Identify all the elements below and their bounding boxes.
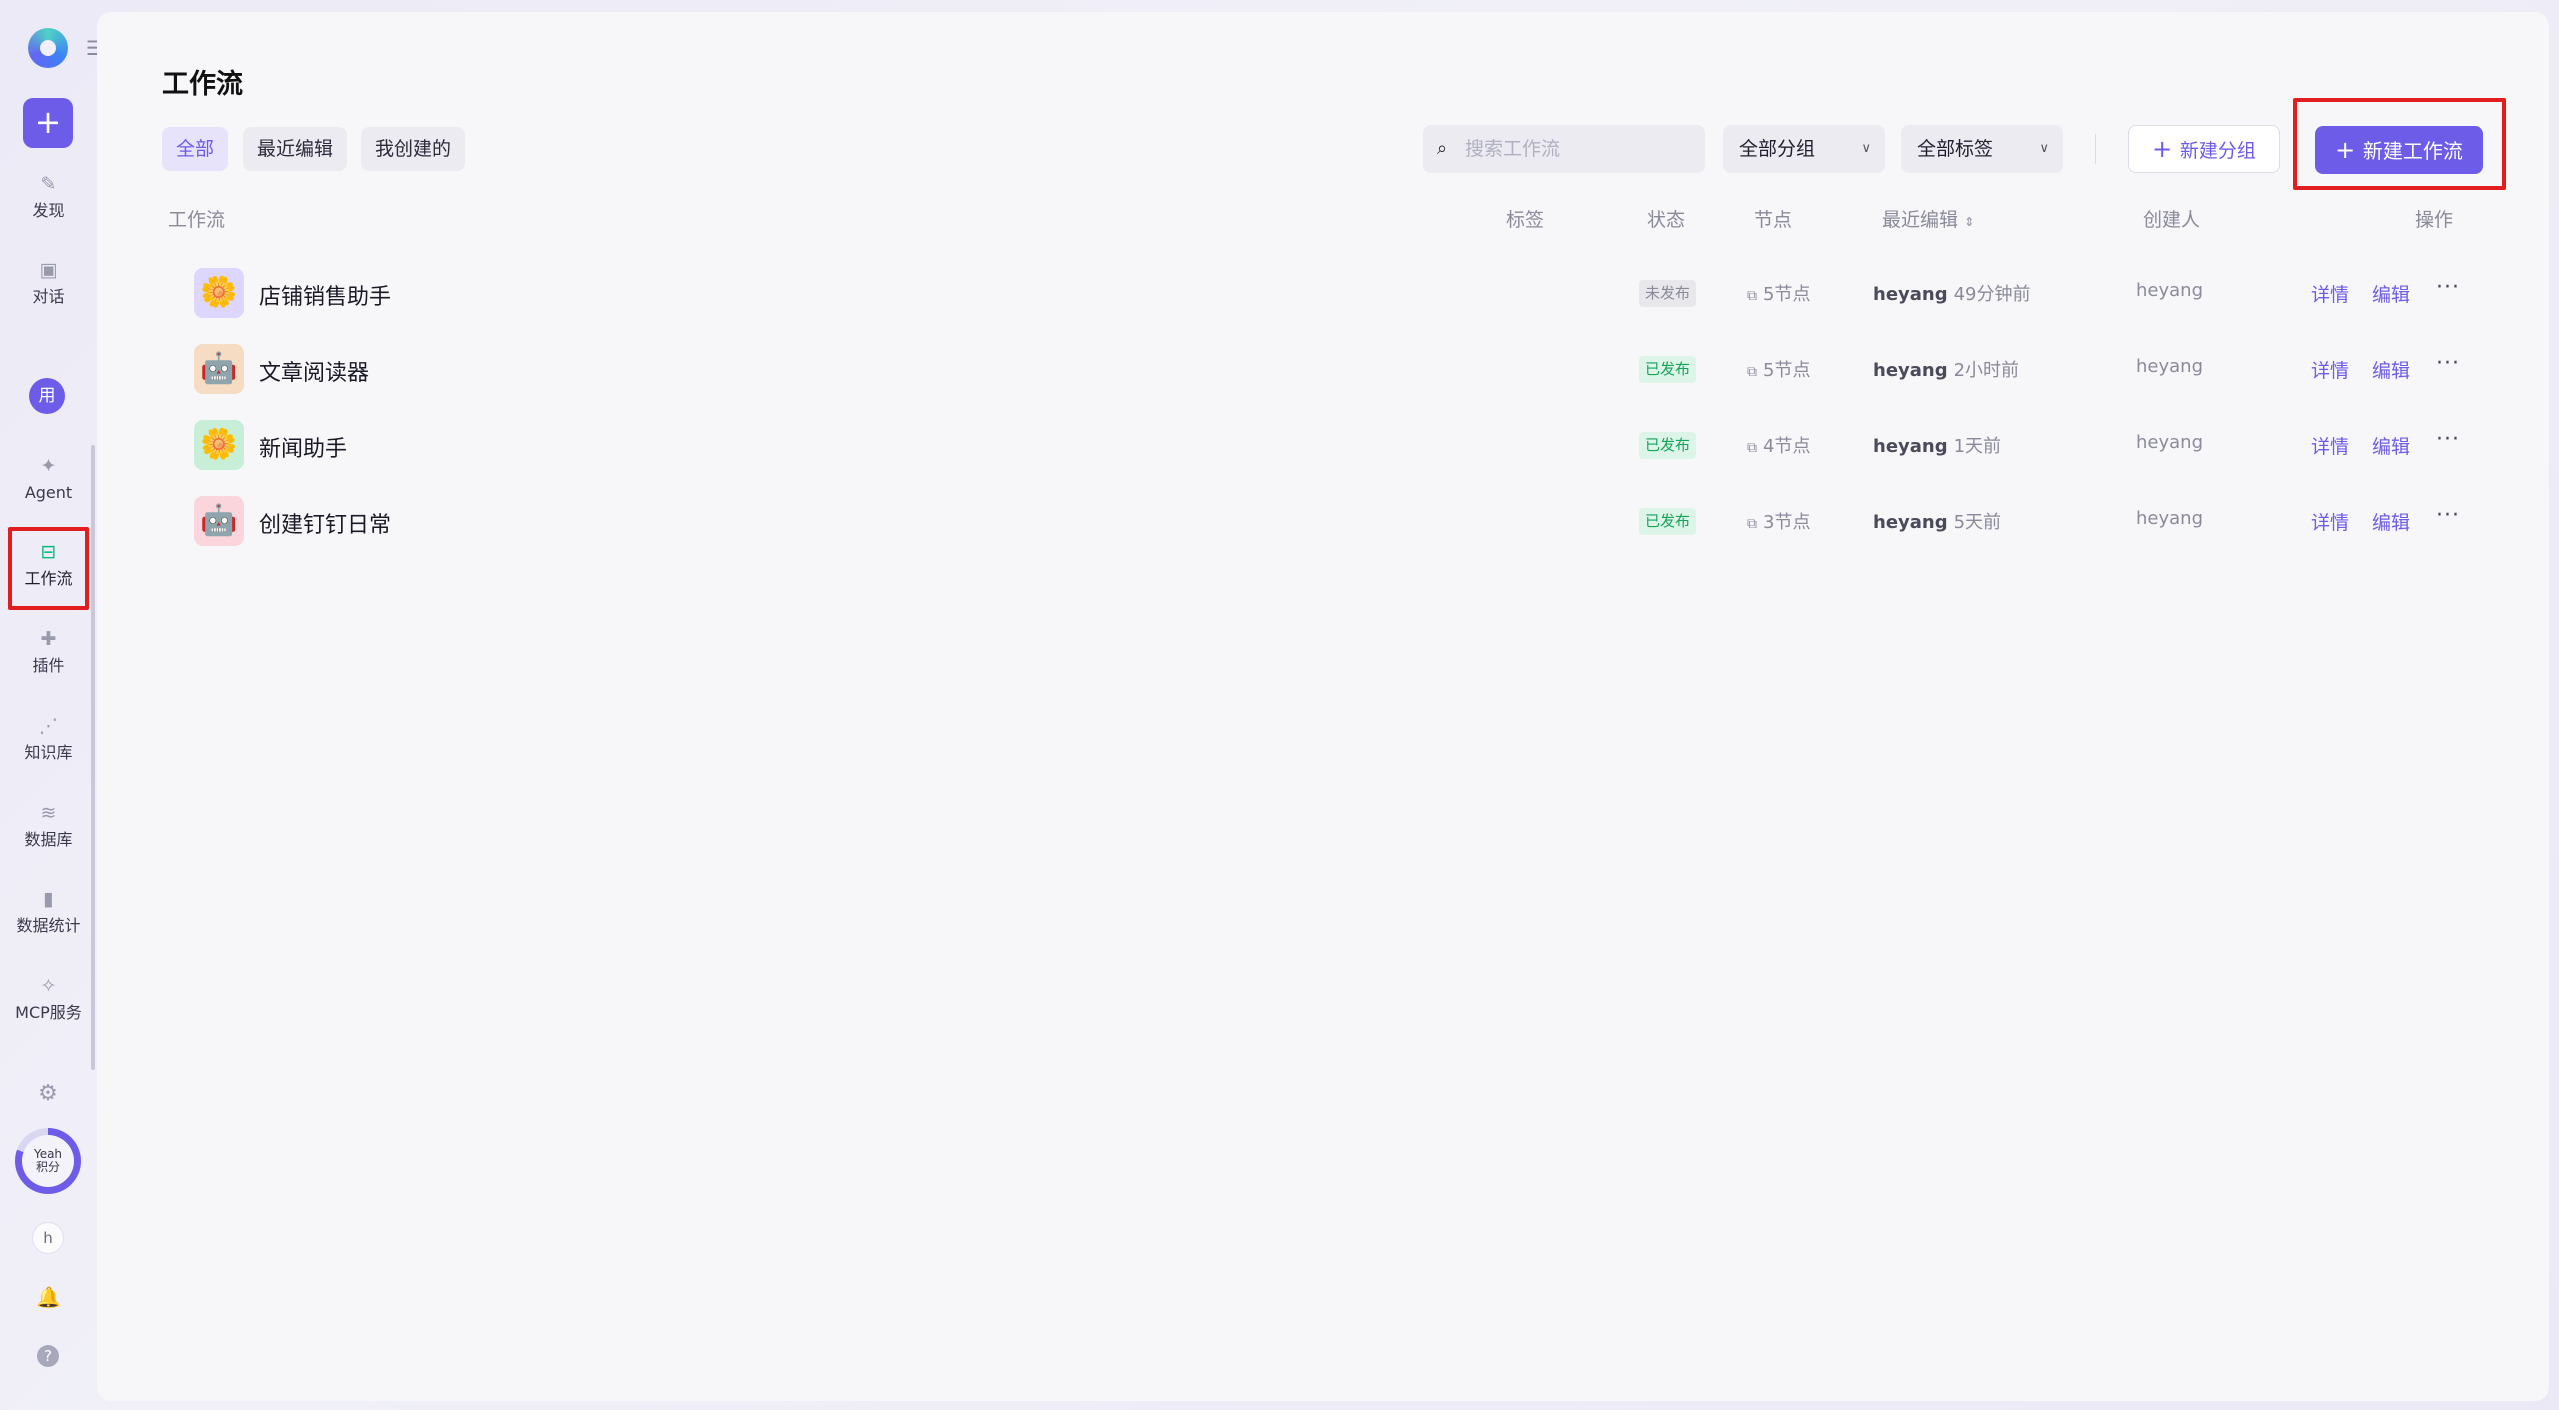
- sidebar-item-database[interactable]: ≋ 数据库: [6, 802, 91, 850]
- robot-icon: 🤖: [194, 496, 244, 546]
- last-edit-info: heyang 1天前: [1873, 436, 2002, 457]
- workflow-name[interactable]: 店铺销售助手: [259, 279, 391, 311]
- chevron-down-icon: ∨: [2039, 141, 2049, 156]
- last-edit-info: heyang 49分钟前: [1873, 284, 2031, 305]
- detail-link[interactable]: 详情: [2311, 432, 2349, 459]
- new-button[interactable]: +: [23, 98, 73, 148]
- workflow-name[interactable]: 创建钉钉日常: [259, 507, 391, 539]
- help-icon[interactable]: ?: [37, 1345, 59, 1367]
- main-panel: 工作流 全部 最近编辑 我创建的 ⌕ 搜索工作流 全部分组 ∨ 全部标签 ∨ +…: [97, 12, 2549, 1401]
- table-row[interactable]: 🌼 店铺销售助手 未发布 ⧉ 5节点 heyang 49分钟前 heyang 详情 …: [97, 257, 2549, 333]
- table-row[interactable]: 🤖 文章阅读器 已发布 ⧉ 5节点 heyang 2小时前 heyang 详情 编辑…: [97, 333, 2549, 409]
- points-ring[interactable]: Yeah 积分: [15, 1128, 81, 1194]
- sidebar-item-mcp[interactable]: ✧ MCP服务: [12, 975, 85, 1023]
- group-filter-select[interactable]: 全部分组 ∨: [1723, 125, 1885, 173]
- sidebar: ☰ + ✎ 发现 ▣ 对话 用 ✦ Agent ⊟ 工作流 ✚ 插件 ⋰ 知识库…: [0, 0, 104, 1410]
- status-badge: 已发布: [1639, 432, 1697, 459]
- header-last-edit[interactable]: 最近编辑 ⇕: [1882, 205, 1974, 232]
- tab-all[interactable]: 全部: [162, 127, 229, 171]
- workflow-name[interactable]: 文章阅读器: [259, 355, 369, 387]
- gear-icon[interactable]: ⚙: [36, 1082, 60, 1106]
- network-icon: ⋰: [39, 715, 58, 737]
- group-filter-value: 全部分组: [1739, 138, 1816, 160]
- workflow-name[interactable]: 新闻助手: [259, 431, 347, 463]
- last-edit-info: heyang 5天前: [1873, 512, 2002, 533]
- plus-icon: +: [2152, 135, 2180, 163]
- chevron-down-icon: ∨: [1861, 141, 1871, 156]
- status-badge: 已发布: [1639, 356, 1697, 383]
- table-row[interactable]: 🤖 创建钉钉日常 已发布 ⧉ 3节点 heyang 5天前 heyang 详情 编辑…: [97, 485, 2549, 561]
- tag-filter-select[interactable]: 全部标签 ∨: [1901, 125, 2063, 173]
- node-count: ⧉ 5节点: [1747, 360, 1811, 381]
- search-icon: ⌕: [1437, 138, 1448, 159]
- header-creator: 创建人: [2143, 209, 2201, 231]
- user-badge[interactable]: 用: [29, 378, 65, 414]
- sidebar-item-knowledge[interactable]: ⋰ 知识库: [6, 715, 91, 763]
- header-status: 状态: [1647, 209, 1686, 231]
- node-count: ⧉ 3节点: [1747, 512, 1811, 533]
- detail-link[interactable]: 详情: [2311, 356, 2349, 383]
- creator: heyang: [2136, 356, 2203, 377]
- flower-icon: 🌼: [194, 420, 244, 470]
- tab-mine[interactable]: 我创建的: [361, 127, 466, 171]
- more-icon[interactable]: ···: [2436, 427, 2460, 452]
- detail-link[interactable]: 详情: [2311, 508, 2349, 535]
- page-title: 工作流: [162, 69, 243, 100]
- sidebar-item-discover[interactable]: ✎ 发现: [6, 173, 91, 221]
- header-tags: 标签: [1506, 209, 1545, 231]
- search-placeholder: 搜索工作流: [1465, 138, 1561, 160]
- creator: heyang: [2136, 508, 2203, 529]
- new-group-button[interactable]: + 新建分组: [2128, 125, 2280, 173]
- more-icon[interactable]: ···: [2436, 351, 2460, 376]
- header-name: 工作流: [168, 209, 226, 231]
- sidebar-item-chat[interactable]: ▣ 对话: [6, 259, 91, 307]
- sidebar-item-stats[interactable]: ▮ 数据统计: [6, 888, 91, 936]
- last-edit-info: heyang 2小时前: [1873, 360, 2020, 381]
- node-icon: ⧉: [1747, 516, 1757, 532]
- status-badge: 已发布: [1639, 508, 1697, 535]
- tab-recent[interactable]: 最近编辑: [243, 127, 348, 171]
- status-badge: 未发布: [1639, 280, 1697, 307]
- puzzle-icon: ✚: [40, 628, 57, 650]
- sidebar-workflow-highlight: [8, 527, 89, 610]
- creator: heyang: [2136, 432, 2203, 453]
- sort-icon[interactable]: ⇕: [1964, 215, 1974, 229]
- sparkle-icon: ✦: [40, 455, 57, 477]
- search-input[interactable]: ⌕ 搜索工作流: [1423, 125, 1705, 173]
- edit-link[interactable]: 编辑: [2372, 280, 2410, 307]
- sidebar-item-agent[interactable]: ✦ Agent: [6, 455, 91, 503]
- flower-icon: 🌼: [194, 268, 244, 318]
- header-actions: 操作: [2415, 209, 2454, 231]
- detail-link[interactable]: 详情: [2311, 280, 2349, 307]
- creator: heyang: [2136, 280, 2203, 301]
- header-nodes: 节点: [1754, 209, 1793, 231]
- sidebar-scrollbar[interactable]: [91, 445, 95, 1070]
- tag-filter-value: 全部标签: [1917, 138, 1994, 160]
- table-row[interactable]: 🌼 新闻助手 已发布 ⧉ 4节点 heyang 1天前 heyang 详情 编辑 ·…: [97, 409, 2549, 485]
- toolbar-divider: [2095, 134, 2096, 164]
- more-icon[interactable]: ···: [2436, 275, 2460, 300]
- new-workflow-highlight: [2293, 98, 2506, 190]
- discover-icon: ✎: [40, 173, 57, 195]
- node-icon: ⧉: [1747, 440, 1757, 456]
- edit-link[interactable]: 编辑: [2372, 356, 2410, 383]
- robot-icon: 🤖: [194, 344, 244, 394]
- node-count: ⧉ 4节点: [1747, 436, 1811, 457]
- bar-chart-icon: ▮: [43, 888, 54, 910]
- node-count: ⧉ 5节点: [1747, 284, 1811, 305]
- sidebar-item-plugin[interactable]: ✚ 插件: [6, 628, 91, 676]
- app-logo[interactable]: [28, 28, 68, 68]
- more-icon[interactable]: ···: [2436, 503, 2460, 528]
- node-icon: ⧉: [1747, 364, 1757, 380]
- edit-link[interactable]: 编辑: [2372, 432, 2410, 459]
- database-icon: ≋: [40, 802, 57, 824]
- points-label: Yeah 积分: [22, 1135, 74, 1187]
- node-icon: ⧉: [1747, 288, 1757, 304]
- chat-icon: ▣: [39, 259, 58, 281]
- edit-link[interactable]: 编辑: [2372, 508, 2410, 535]
- bell-icon[interactable]: 🔔: [36, 1285, 61, 1309]
- wrench-icon: ✧: [40, 975, 57, 997]
- avatar[interactable]: h: [32, 1222, 64, 1254]
